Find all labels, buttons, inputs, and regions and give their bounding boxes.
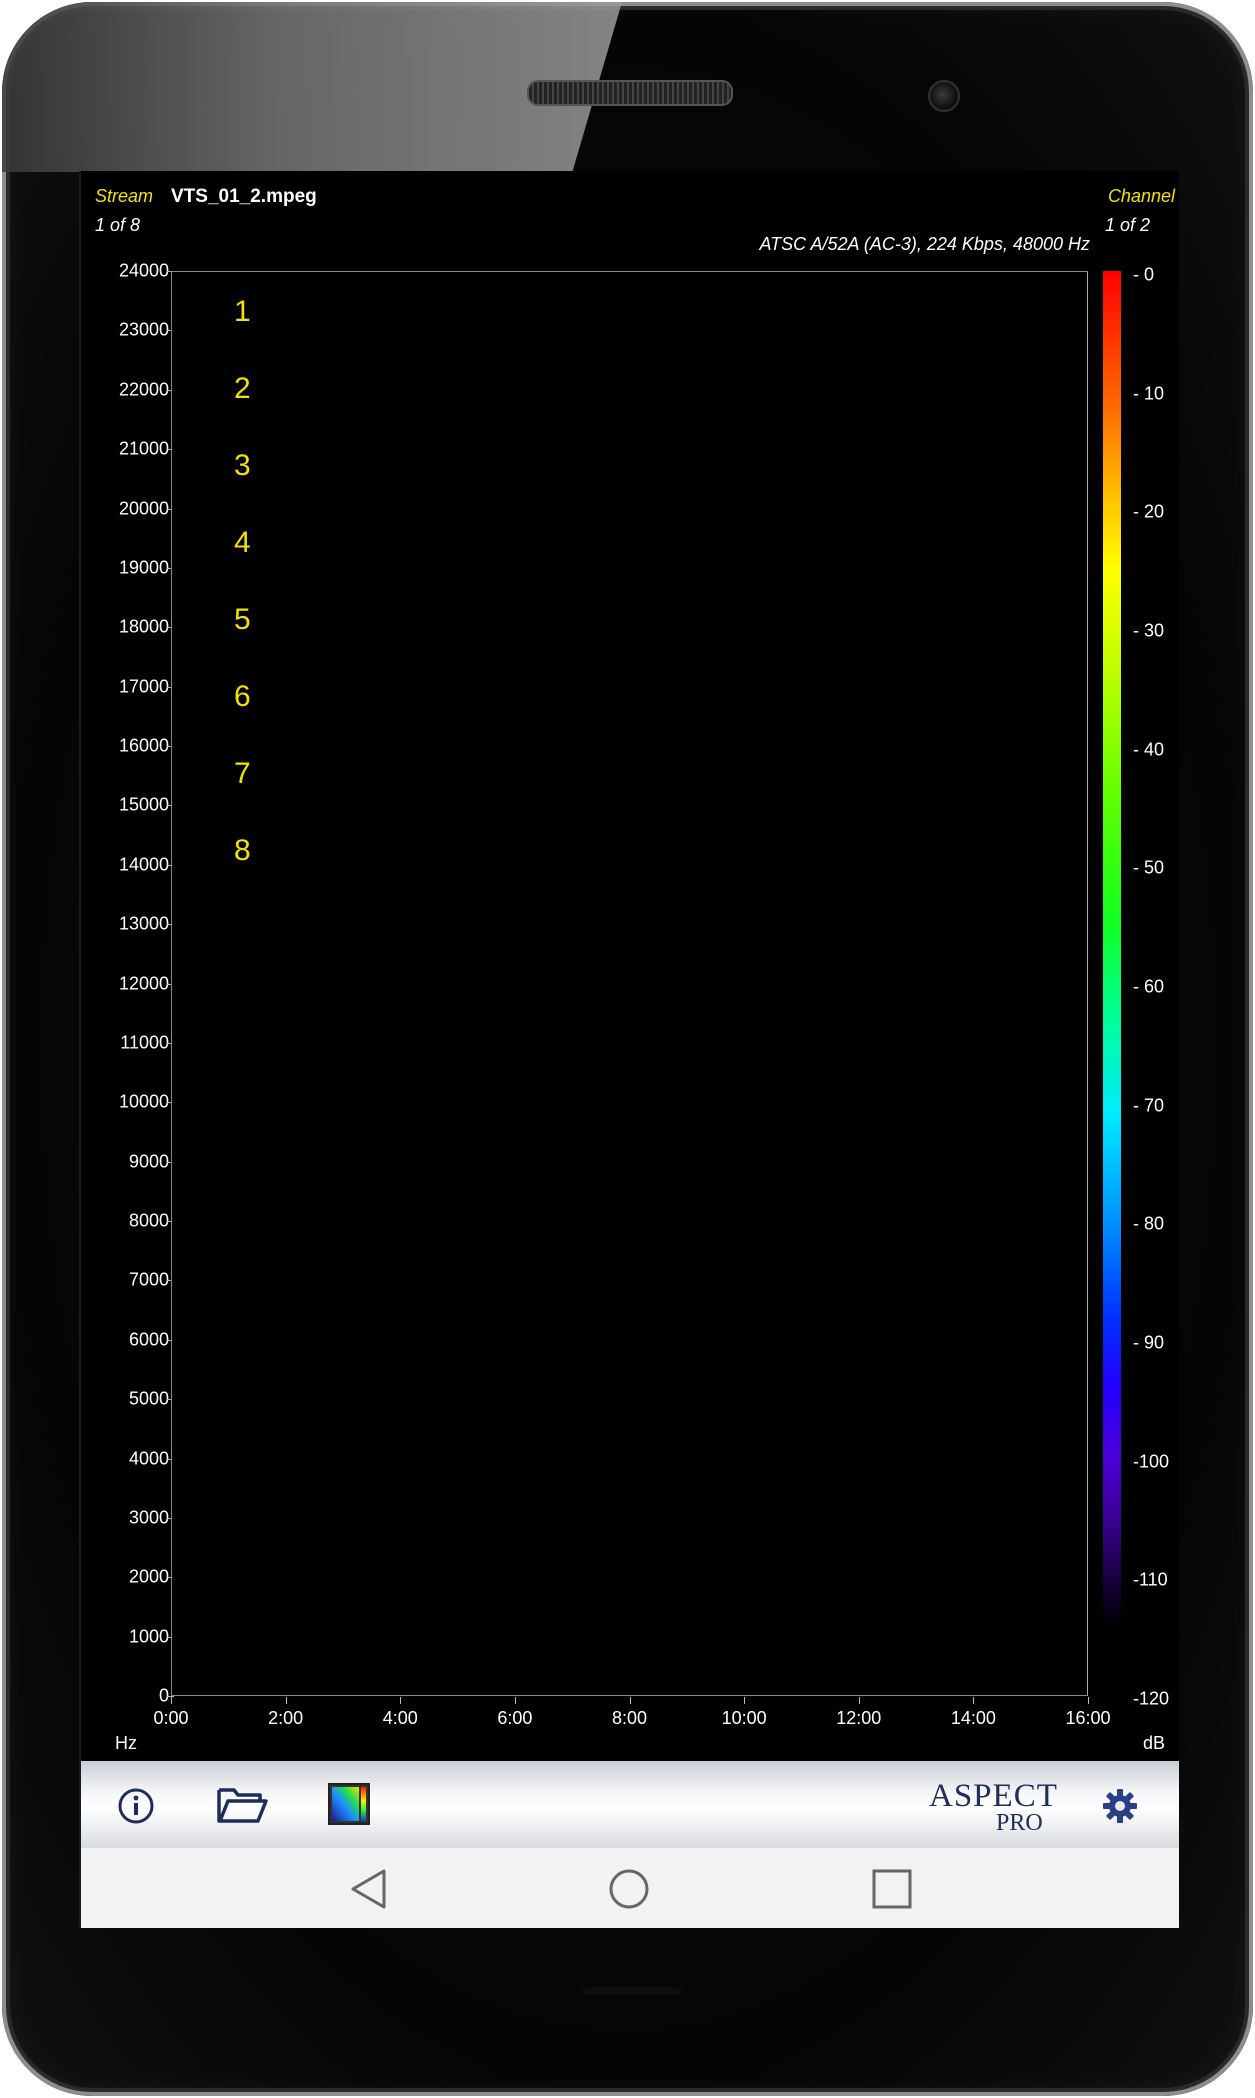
stream-label: Stream [95, 186, 154, 206]
x-tick-mark [858, 1697, 860, 1704]
stream-number-item[interactable]: 8 [234, 834, 251, 868]
y-tick-label: 21000 [118, 438, 169, 459]
db-tick-label: - 90 [1133, 1332, 1165, 1353]
db-tick-label: - 0 [1133, 264, 1155, 285]
x-tick-mark [400, 1697, 402, 1704]
x-tick-label: 2:00 [268, 1708, 304, 1728]
channel-label: Channel [1107, 186, 1175, 206]
db-tick-label: -100 [1133, 1451, 1170, 1472]
stream-number-item[interactable]: 7 [234, 757, 251, 791]
stream-number-item[interactable]: 6 [234, 680, 251, 714]
stream-index[interactable]: 1 of 8 [95, 215, 140, 236]
db-tick-label: - 40 [1133, 739, 1165, 760]
y-tick-label: 2000 [128, 1566, 169, 1587]
home-sensor [582, 1987, 682, 1995]
y-tick-label: 15000 [118, 794, 169, 815]
y-tick-label: 23000 [118, 319, 169, 340]
stream-file-name[interactable]: VTS_01_2.mpeg [171, 186, 317, 208]
y-tick-label: 3000 [128, 1507, 169, 1528]
x-tick-mark [744, 1697, 746, 1704]
y-tick-label: 17000 [118, 676, 169, 697]
folder-open-icon[interactable] [216, 1785, 268, 1825]
tablet-device: Stream VTS_01_2.mpeg 1 of 8 Channel 1 of… [0, 0, 1255, 2098]
y-tick-label: 13000 [118, 913, 169, 934]
app-screen: Stream VTS_01_2.mpeg 1 of 8 Channel 1 of… [79, 171, 1179, 1928]
app-logo-sub: PRO [996, 1810, 1043, 1836]
db-tick-label: - 10 [1133, 383, 1165, 404]
info-icon[interactable] [117, 1787, 155, 1825]
db-tick-label: - 20 [1133, 501, 1165, 522]
x-tick-mark [973, 1697, 975, 1704]
spectrogram-plot[interactable] [171, 271, 1088, 1696]
codec-info: ATSC A/52A (AC-3), 224 Kbps, 48000 Hz [759, 234, 1091, 254]
x-tick-mark [1088, 1697, 1089, 1704]
gear-icon[interactable] [1101, 1787, 1139, 1825]
x-tick-mark [629, 1697, 631, 1704]
x-tick-label: 4:00 [382, 1708, 418, 1728]
stream-number-item[interactable]: 1 [234, 295, 251, 329]
front-camera-icon [928, 80, 960, 112]
stream-number-item[interactable]: 2 [234, 372, 251, 406]
db-tick-label: -120 [1133, 1688, 1170, 1709]
y-unit-label: Hz [115, 1733, 137, 1753]
y-tick-label: 5000 [128, 1388, 169, 1409]
channel-index[interactable]: 1 of 2 [1105, 215, 1150, 236]
db-tick-label: - 30 [1133, 620, 1165, 641]
y-tick-label: 6000 [128, 1329, 169, 1350]
x-tick-mark [171, 1697, 172, 1704]
db-tick-label: - 60 [1133, 976, 1165, 997]
x-tick-label: 14:00 [950, 1708, 996, 1728]
y-tick-label: 4000 [128, 1448, 169, 1468]
y-tick-label: 24000 [118, 260, 169, 281]
back-triangle-icon[interactable] [349, 1868, 389, 1910]
db-tick-label: - 50 [1133, 857, 1165, 878]
y-tick-label: 7000 [128, 1269, 169, 1290]
x-tick-mark [285, 1697, 287, 1704]
x-tick-label: 16:00 [1065, 1708, 1111, 1728]
y-tick-label: 9000 [128, 1151, 169, 1172]
home-circle-icon[interactable] [608, 1868, 650, 1910]
earpiece-speaker [527, 80, 733, 106]
x-tick-label: 12:00 [836, 1708, 882, 1728]
x-tick-label: 0:00 [153, 1708, 189, 1728]
x-tick-mark [514, 1697, 516, 1704]
y-tick-label: 11000 [120, 1032, 169, 1053]
stream-number-item[interactable]: 4 [234, 526, 251, 560]
scale-unit-label: dB [1143, 1733, 1166, 1753]
x-tick-label: 6:00 [497, 1708, 533, 1728]
spectrogram-icon[interactable] [328, 1783, 370, 1825]
db-tick-label: - 80 [1133, 1213, 1165, 1234]
y-tick-label: 20000 [118, 498, 169, 518]
db-tick-label: -110 [1133, 1569, 1168, 1590]
stream-number-item[interactable]: 5 [234, 603, 251, 637]
y-tick-label: 14000 [118, 854, 169, 875]
db-tick-label: - 70 [1133, 1095, 1165, 1116]
y-tick-label: 16000 [118, 735, 169, 756]
y-tick-label: 10000 [118, 1091, 169, 1112]
system-navigation-bar [81, 1848, 1179, 1928]
y-tick-label: 22000 [118, 379, 169, 400]
recents-square-icon[interactable] [871, 1868, 913, 1910]
db-color-scale [1103, 271, 1121, 1631]
y-tick-label: 18000 [118, 616, 169, 637]
y-tick-label: 12000 [118, 973, 169, 993]
x-tick-label: 10:00 [721, 1708, 767, 1728]
stream-number-item[interactable]: 3 [234, 449, 251, 483]
bottom-toolbar: ASPECT PRO [81, 1761, 1179, 1848]
x-tick-label: 8:00 [611, 1708, 648, 1728]
y-tick-label: 1000 [128, 1626, 169, 1647]
y-tick-label: 8000 [128, 1210, 169, 1231]
y-tick-label: 19000 [118, 557, 169, 578]
